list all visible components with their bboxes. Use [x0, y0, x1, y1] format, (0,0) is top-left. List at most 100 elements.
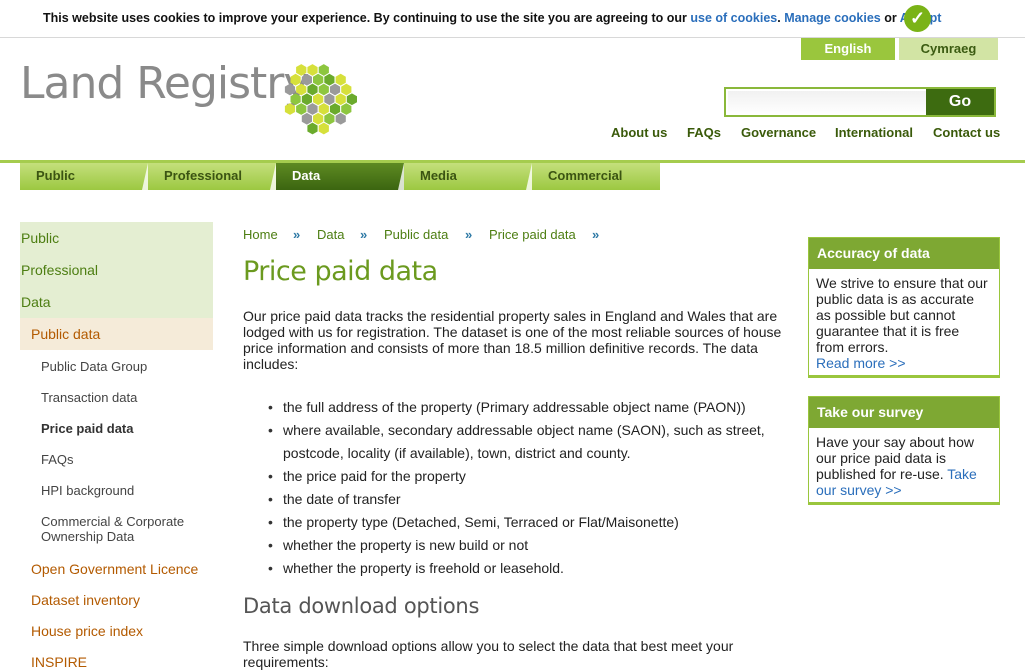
cookie-or: or	[880, 11, 900, 25]
sidebar-item-label: Ownership Data	[41, 529, 135, 544]
contact-us-link[interactable]: Contact us	[933, 125, 1000, 140]
logo-hex-cell	[313, 112, 324, 125]
sidebar-item-public-data-group[interactable]: Public Data Group	[20, 359, 213, 374]
logo-hex-cell	[324, 73, 335, 86]
data-includes-list: the full address of the property (Primar…	[243, 396, 788, 580]
breadcrumb-data[interactable]: Data	[317, 227, 344, 242]
search-input[interactable]	[728, 91, 927, 115]
survey-heading: Take our survey	[809, 397, 999, 428]
logo-hex-cell	[313, 93, 324, 106]
breadcrumb-home[interactable]: Home	[243, 227, 278, 242]
nav-tab-media[interactable]: Media	[404, 163, 532, 190]
logo-hex-cell	[329, 103, 341, 115]
sidebar-item-professional[interactable]: Professional	[20, 254, 213, 286]
sidebar-item-inspire[interactable]: INSPIRE	[20, 654, 213, 670]
list-item: whether the property is new build or not	[243, 534, 788, 557]
check-circle-icon[interactable]: ✓	[904, 5, 931, 32]
logo-hex-cell	[324, 93, 335, 106]
use-of-cookies-link[interactable]: use of cookies	[690, 11, 777, 25]
about-us-link[interactable]: About us	[611, 125, 667, 140]
sidebar-nav: Public Professional Data Public data Pub…	[20, 222, 213, 670]
sidebar-item-faqs[interactable]: FAQs	[20, 452, 213, 467]
list-item: whether the property is freehold or leas…	[243, 557, 788, 580]
manage-cookies-link[interactable]: Manage cookies	[784, 11, 881, 25]
logo-hex-cell	[318, 103, 329, 115]
breadcrumb-price-paid-data[interactable]: Price paid data	[489, 227, 576, 242]
survey-box: Take our survey Have your say about how …	[808, 396, 1000, 505]
nav-tab-label: Media	[420, 168, 457, 183]
page-title: Price paid data	[243, 256, 438, 287]
logo-hex-cell	[307, 64, 318, 76]
read-more-link[interactable]: Read more >>	[816, 355, 906, 371]
cookie-message: This website uses cookies to improve you…	[43, 11, 941, 25]
faqs-link[interactable]: FAQs	[687, 125, 721, 140]
logo-hex-cell	[329, 83, 341, 96]
logo-hex-cell	[307, 122, 318, 135]
intro-paragraph: Our price paid data tracks the residenti…	[243, 308, 782, 372]
nav-tab-data[interactable]: Data	[276, 163, 404, 190]
search-go-button[interactable]: Go	[926, 89, 994, 115]
list-item: the property type (Detached, Semi, Terra…	[243, 511, 788, 534]
logo-hex-cell	[296, 64, 307, 76]
breadcrumb-separator: »	[592, 227, 600, 242]
sidebar-item-label: Commercial & Corporate	[41, 514, 185, 529]
list-item: the price paid for the property	[243, 465, 788, 488]
sidebar-item-transaction-data[interactable]: Transaction data	[20, 390, 213, 405]
download-options-heading: Data download options	[243, 594, 480, 618]
logo-hex-cell	[318, 122, 329, 135]
sidebar-item-public[interactable]: Public	[20, 222, 213, 254]
logo-hex-cell	[301, 93, 312, 106]
logo-text[interactable]: Land Registry	[20, 58, 309, 109]
logo-hex-cell	[296, 83, 307, 96]
nav-tab-public[interactable]: Public	[20, 163, 148, 190]
sidebar-item-open-government-licence[interactable]: Open Government Licence	[20, 561, 213, 577]
logo-hex-cell	[335, 112, 346, 125]
nav-tab-label: Public	[36, 168, 76, 183]
language-welsh[interactable]: Cymraeg	[899, 38, 998, 60]
breadcrumb-public-data[interactable]: Public data	[384, 227, 448, 242]
download-options-text: Three simple download options allow you …	[243, 638, 734, 670]
logo-hexagon-icon[interactable]	[282, 62, 364, 142]
logo-hex-cell	[296, 103, 307, 115]
logo-hex-cell	[301, 73, 312, 86]
sidebar-item-price-paid-data[interactable]: Price paid data	[20, 421, 213, 436]
sidebar-item-commercial-ownership[interactable]: Commercial & Corporate Ownership Data	[20, 514, 213, 544]
logo-hex-cell	[318, 83, 329, 96]
survey-body: Have your say about how our price paid d…	[809, 428, 999, 502]
international-link[interactable]: International	[835, 125, 913, 140]
logo-hex-cell	[307, 103, 318, 115]
logo-hex-cell	[313, 73, 324, 86]
logo-hex-cell	[284, 83, 296, 96]
logo-hex-cell	[335, 73, 346, 86]
logo-hex-cell	[346, 93, 357, 106]
nav-tab-label: Commercial	[548, 168, 623, 183]
breadcrumb-separator: »	[360, 227, 368, 242]
nav-tab-professional[interactable]: Professional	[148, 163, 276, 190]
sidebar-item-data[interactable]: Data	[20, 286, 213, 318]
accuracy-box: Accuracy of data We strive to ensure tha…	[808, 237, 1000, 378]
sidebar-item-dataset-inventory[interactable]: Dataset inventory	[20, 592, 213, 608]
logo-hex-cell	[324, 112, 335, 125]
logo-hex-cell	[284, 103, 296, 115]
nav-tab-label: Data	[292, 168, 321, 183]
logo-hex-cell	[341, 83, 352, 96]
accuracy-body: We strive to ensure that our public data…	[809, 269, 999, 375]
logo-hex-cell	[341, 103, 352, 115]
list-item: where available, secondary addressable o…	[243, 419, 788, 465]
sidebar-item-hpi-background[interactable]: HPI background	[20, 483, 213, 498]
nav-tab-commercial[interactable]: Commercial	[532, 163, 660, 190]
nav-tab-label: Professional	[164, 168, 243, 183]
governance-link[interactable]: Governance	[741, 125, 816, 140]
breadcrumb-separator: »	[293, 227, 301, 242]
logo-hex-cell	[307, 83, 318, 96]
list-item: the date of transfer	[243, 488, 788, 511]
search-box: Go	[724, 87, 996, 117]
accuracy-heading: Accuracy of data	[809, 238, 999, 269]
sidebar-item-house-price-index[interactable]: House price index	[20, 623, 213, 639]
sidebar-item-public-data[interactable]: Public data	[20, 318, 213, 350]
logo-hex-cell	[318, 64, 329, 76]
cookie-banner: This website uses cookies to improve you…	[0, 0, 1025, 38]
language-english[interactable]: English	[801, 38, 895, 60]
breadcrumb-separator: »	[465, 227, 473, 242]
logo-hex-cell	[290, 93, 301, 106]
